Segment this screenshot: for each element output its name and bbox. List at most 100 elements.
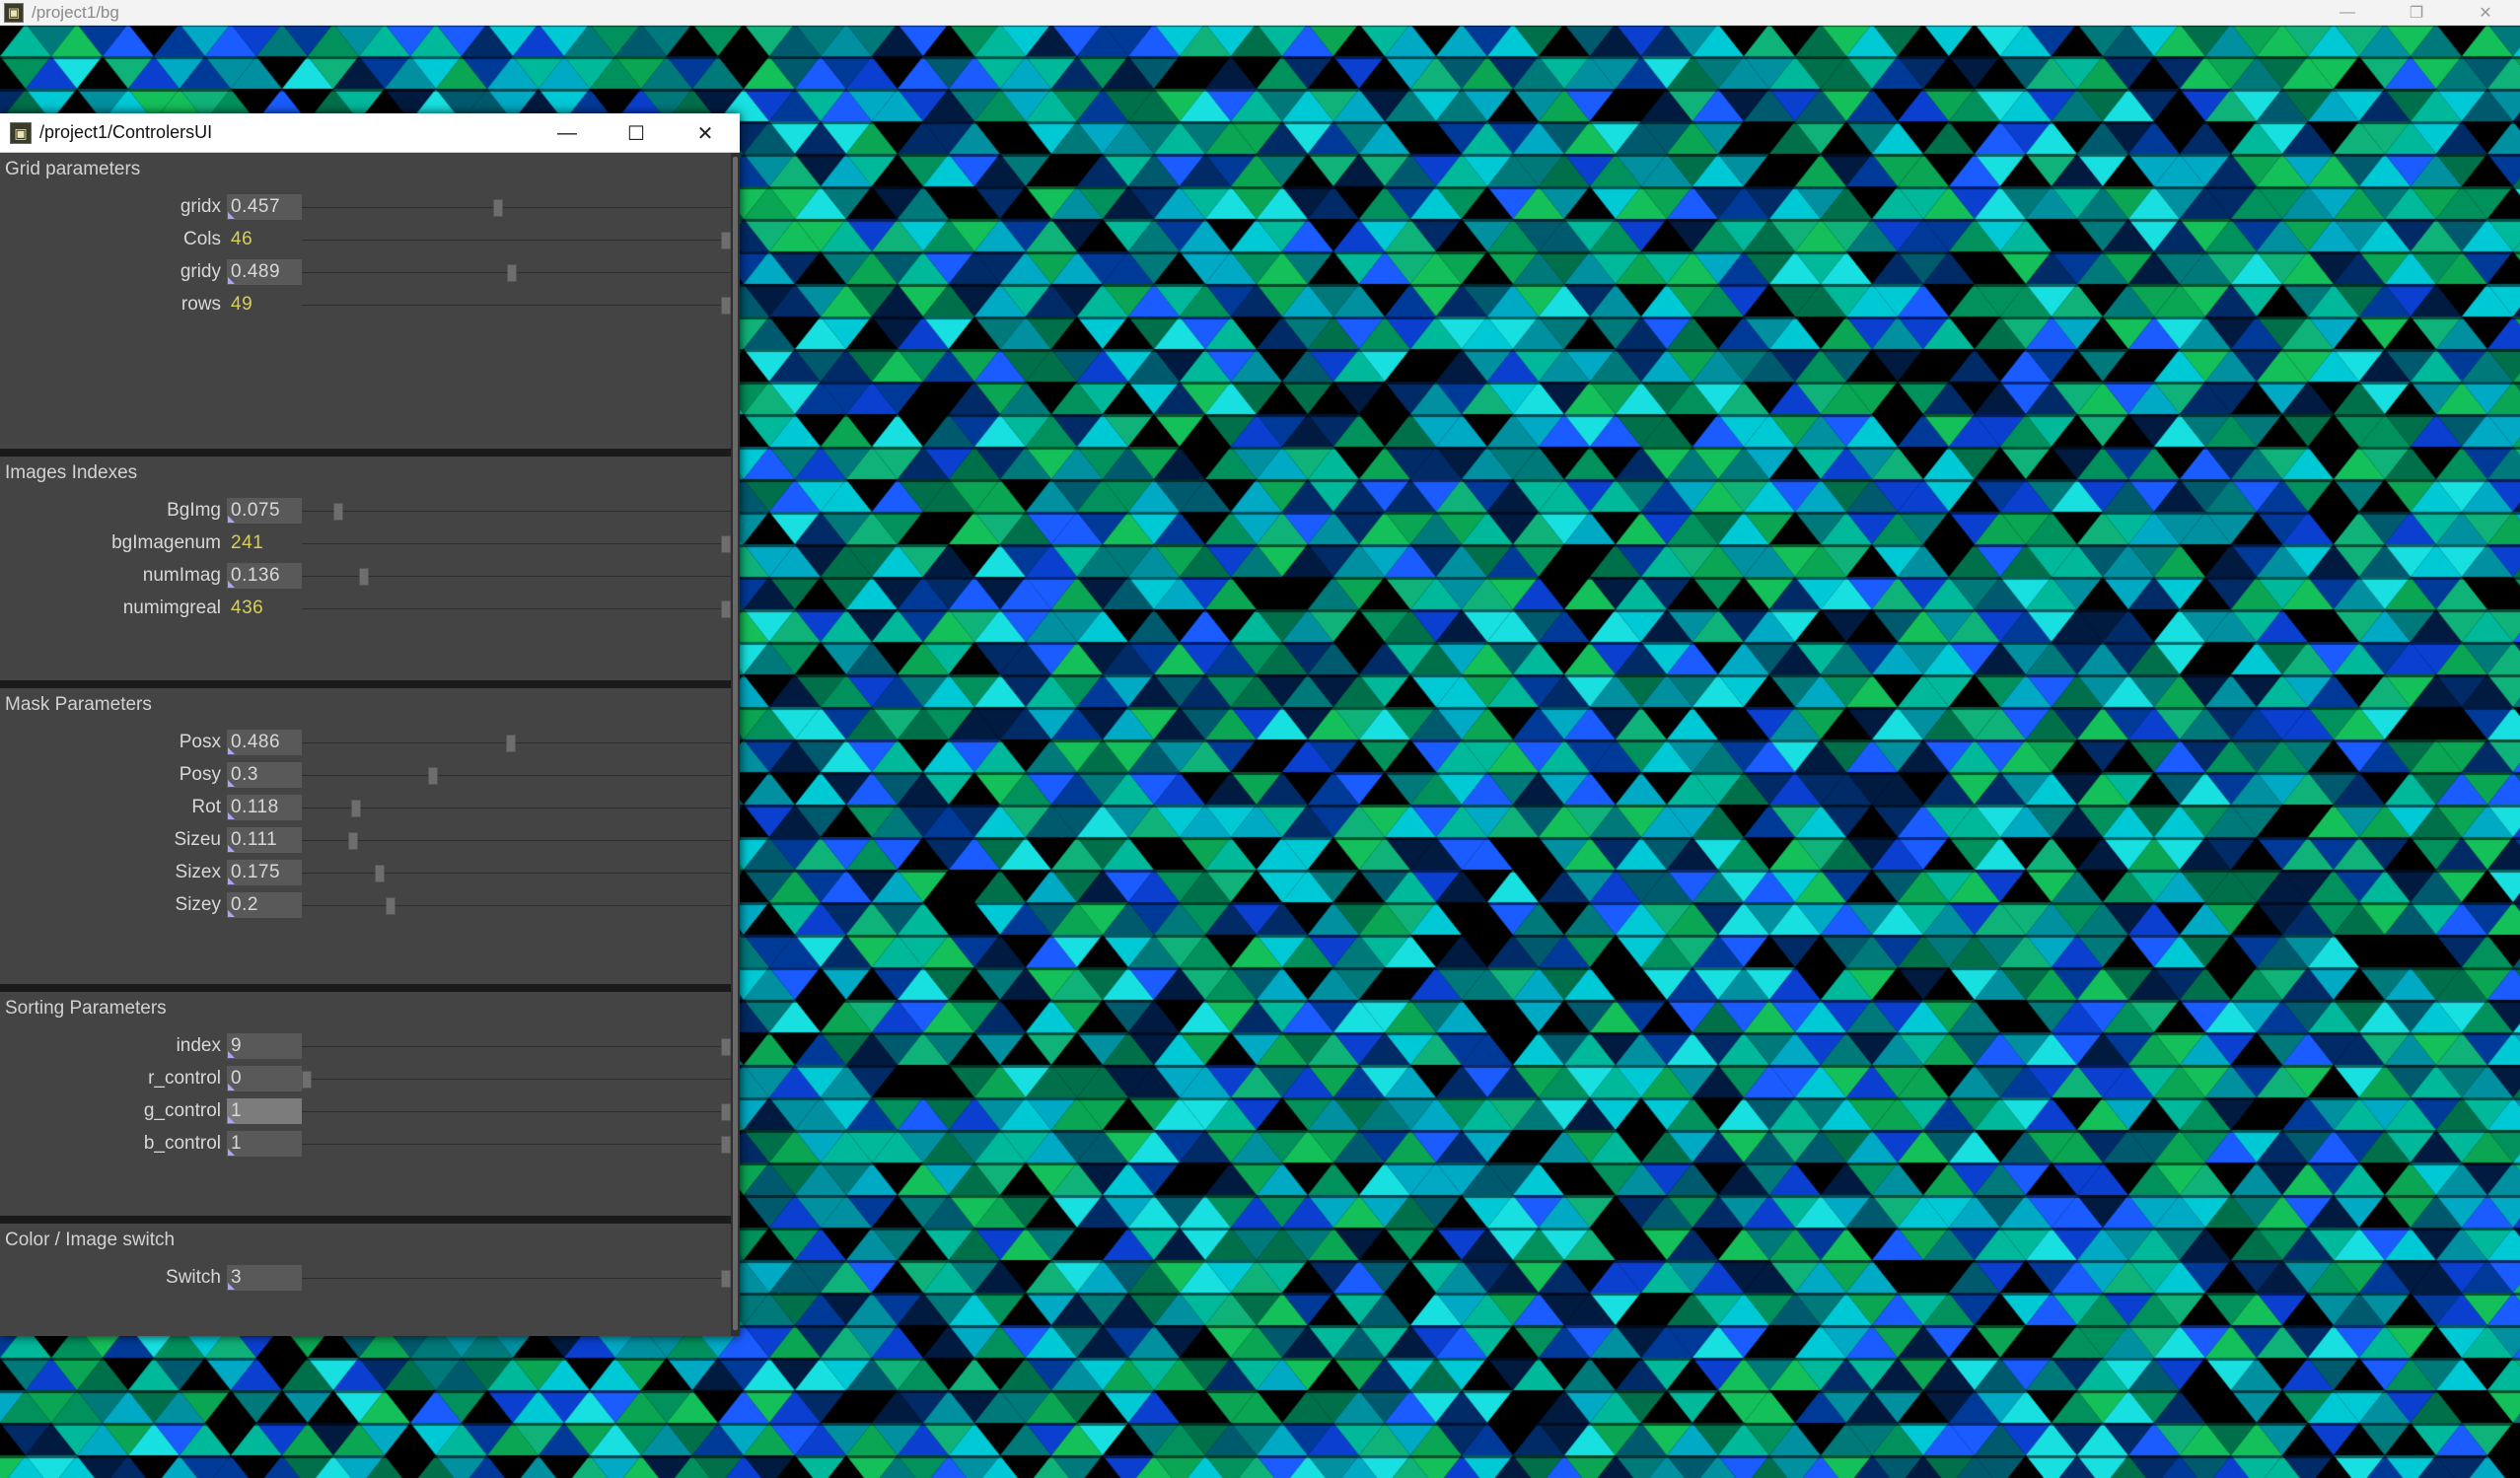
drag-corner-icon[interactable] (228, 1149, 235, 1156)
param-value-field[interactable]: 1 (227, 1131, 302, 1157)
param-row: gridy 0.489 (0, 255, 731, 288)
param-label: Posy (179, 764, 221, 785)
slider-track[interactable] (302, 775, 731, 776)
slider-track[interactable] (302, 511, 731, 512)
param-row: Rot 0.118 (0, 791, 731, 823)
param-label: BgImg (167, 500, 221, 521)
drag-corner-icon[interactable] (228, 212, 235, 219)
slider-handle[interactable] (375, 865, 385, 882)
param-value-field[interactable]: 9 (227, 1033, 302, 1059)
slider-handle[interactable] (333, 503, 343, 521)
drag-corner-icon[interactable] (228, 277, 235, 284)
param-value-field[interactable]: 46 (227, 227, 302, 252)
minimize-icon[interactable]: — (2313, 0, 2382, 26)
drag-corner-icon[interactable] (228, 1051, 235, 1058)
controllers-titlebar[interactable]: ▣ /project1/ControlersUI — ☐ ✕ (0, 113, 740, 153)
param-value-field[interactable]: 241 (227, 530, 302, 556)
slider-track[interactable] (302, 1046, 731, 1047)
group-title: Mask Parameters (5, 694, 152, 715)
param-label: Cols (182, 229, 221, 249)
param-value-field[interactable]: 0.486 (227, 730, 302, 755)
slider-track[interactable] (302, 1144, 731, 1145)
param-value-field[interactable]: 49 (227, 292, 302, 317)
minimize-icon[interactable]: — (533, 113, 602, 153)
restore-icon[interactable]: ❐ (2382, 0, 2451, 26)
param-value-field[interactable]: 0.136 (227, 563, 302, 589)
param-value-field[interactable]: 0.2 (227, 892, 302, 918)
slider-handle[interactable] (386, 897, 396, 915)
param-value-field[interactable]: 0 (227, 1066, 302, 1091)
slider-handle[interactable] (359, 568, 369, 586)
param-value-field[interactable]: 0.3 (227, 762, 302, 788)
slider-handle[interactable] (721, 297, 731, 315)
drag-corner-icon[interactable] (228, 878, 235, 884)
slider-handle[interactable] (348, 832, 358, 850)
param-label: Posx (179, 732, 221, 752)
slider-handle[interactable] (721, 535, 731, 553)
param-value: 49 (231, 294, 253, 315)
slider-track[interactable] (302, 808, 731, 809)
param-value-field[interactable]: 0.457 (227, 194, 302, 220)
slider-track[interactable] (302, 742, 731, 743)
maximize-icon[interactable]: ☐ (602, 113, 671, 153)
slider-handle[interactable] (721, 1103, 731, 1121)
slider-handle[interactable] (721, 1038, 731, 1056)
drag-corner-icon[interactable] (228, 581, 235, 588)
slider-track[interactable] (302, 840, 731, 841)
drag-corner-icon[interactable] (228, 910, 235, 917)
param-value: 0.118 (231, 797, 279, 817)
param-value-field[interactable]: 1 (227, 1098, 302, 1124)
slider-handle[interactable] (428, 767, 438, 785)
slider-track[interactable] (302, 240, 731, 241)
slider-track[interactable] (302, 1079, 731, 1080)
drag-corner-icon[interactable] (228, 812, 235, 819)
param-value-field[interactable]: 0.175 (227, 860, 302, 885)
drag-corner-icon[interactable] (228, 516, 235, 523)
param-value: 0.136 (231, 565, 281, 586)
drag-corner-icon[interactable] (228, 1283, 235, 1290)
slider-handle[interactable] (507, 264, 517, 282)
slider-handle[interactable] (721, 1270, 731, 1288)
slider-track[interactable] (302, 543, 731, 544)
slider-track[interactable] (302, 1278, 731, 1279)
param-row: Posy 0.3 (0, 758, 731, 791)
slider-handle[interactable] (721, 232, 731, 249)
close-icon[interactable]: ✕ (2451, 0, 2520, 26)
slider-track[interactable] (302, 905, 731, 906)
drag-corner-icon[interactable] (228, 1084, 235, 1091)
slider-track[interactable] (302, 873, 731, 874)
slider-track[interactable] (302, 608, 731, 609)
slider-track[interactable] (302, 207, 731, 208)
drag-corner-icon[interactable] (228, 1116, 235, 1123)
slider-handle[interactable] (351, 800, 361, 817)
param-label: r_control (148, 1068, 221, 1089)
drag-corner-icon[interactable] (228, 747, 235, 754)
drag-corner-icon[interactable] (228, 845, 235, 852)
close-icon[interactable]: ✕ (671, 113, 740, 153)
param-value-field[interactable]: 0.118 (227, 795, 302, 820)
param-row: Sizey 0.2 (0, 888, 731, 921)
slider-handle[interactable] (493, 199, 503, 217)
param-value-field[interactable]: 436 (227, 596, 302, 621)
param-value: 0.111 (231, 829, 278, 850)
param-row: bgImagenum 241 (0, 527, 731, 559)
param-value-field[interactable]: 0.489 (227, 259, 302, 285)
param-value-field[interactable]: 3 (227, 1265, 302, 1291)
param-value-field[interactable]: 0.111 (227, 827, 302, 853)
controllers-scrollbar[interactable] (731, 153, 740, 1336)
slider-handle[interactable] (721, 1136, 731, 1154)
scrollbar-thumb[interactable] (733, 157, 738, 1330)
slider-handle[interactable] (506, 735, 516, 752)
group-separator (0, 984, 731, 992)
param-value-field[interactable]: 0.075 (227, 498, 302, 524)
group-title: Grid parameters (5, 159, 141, 179)
group-title: Images Indexes (5, 462, 138, 483)
slider-handle[interactable] (721, 600, 731, 618)
param-row: Switch 3 (0, 1261, 731, 1294)
slider-track[interactable] (302, 305, 731, 306)
param-row: Sizeu 0.111 (0, 823, 731, 856)
drag-corner-icon[interactable] (228, 780, 235, 787)
param-value: 0.175 (231, 862, 281, 882)
slider-handle[interactable] (302, 1071, 312, 1089)
slider-track[interactable] (302, 1111, 731, 1112)
